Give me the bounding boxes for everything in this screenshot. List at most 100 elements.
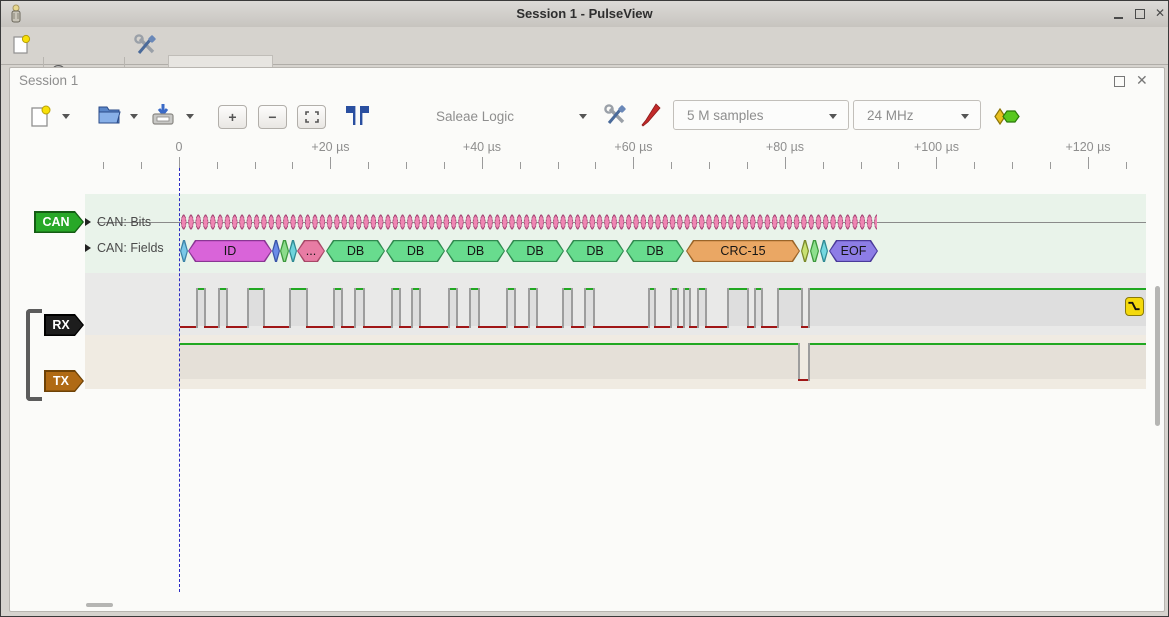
- rx-wave-edge: [391, 288, 393, 328]
- rx-wave-edge: [419, 288, 421, 328]
- decode-field-fill: DB: [567, 241, 623, 261]
- trigger-badge[interactable]: [1125, 297, 1144, 316]
- decode-field-fill: [811, 241, 818, 261]
- tx-wave-high-segment: [808, 343, 1146, 345]
- decode-field-fill: [290, 241, 296, 261]
- rx-wave-edge: [808, 288, 810, 328]
- rx-wave-edge: [571, 288, 573, 328]
- ruler-tick: [936, 157, 937, 169]
- decode-field-fill: ...: [298, 241, 324, 261]
- decoder-tag-can[interactable]: CAN: [34, 211, 84, 233]
- ruler-label: +80 µs: [740, 140, 830, 154]
- rx-wave-low-segment: [747, 326, 754, 328]
- decode-field-id: ID: [188, 240, 272, 262]
- rx-wave-edge: [399, 288, 401, 328]
- tx-wave-edge: [798, 343, 800, 381]
- vertical-scrollbar-handle[interactable]: [1155, 286, 1160, 426]
- rx-wave-edge: [705, 288, 707, 328]
- rx-wave-edge: [562, 288, 564, 328]
- rx-wave-edge: [754, 288, 756, 328]
- rx-wave-edge: [683, 288, 685, 328]
- ruler-label: +20 µs: [286, 140, 376, 154]
- trace-view: 0+20 µs+40 µs+60 µs+80 µs+100 µs+120 µsI…: [1, 1, 1168, 616]
- decode-field-fill: DB: [447, 241, 504, 261]
- rx-wave-edge: [536, 288, 538, 328]
- ruler-tick: [1126, 162, 1127, 169]
- rx-wave-low-segment: [593, 326, 648, 328]
- tx-wave-high-fill: [180, 343, 798, 379]
- rx-wave-low-segment: [226, 326, 247, 328]
- ruler-tick: [974, 162, 975, 169]
- decode-field-db: DB: [566, 240, 624, 262]
- expand-arrow-icon[interactable]: [85, 244, 91, 252]
- expand-arrow-icon[interactable]: [85, 218, 91, 226]
- ruler-tick: [1088, 157, 1089, 169]
- rx-wave-high-fill: [808, 288, 1146, 326]
- rx-wave-low-segment: [419, 326, 448, 328]
- rx-wave-low-segment: [341, 326, 354, 328]
- rx-wave-edge: [218, 288, 220, 328]
- falling-edge-icon: [1126, 298, 1142, 314]
- channel-tag-label: RX: [46, 316, 83, 335]
- rx-wave-edge: [333, 288, 335, 328]
- rx-wave-low-segment: [654, 326, 670, 328]
- horizontal-scrollbar-handle[interactable]: [86, 603, 113, 607]
- rx-wave-edge: [506, 288, 508, 328]
- rx-wave-high-fill: [777, 288, 801, 326]
- rx-wave-edge: [593, 288, 595, 328]
- ruler-label: +120 µs: [1043, 140, 1133, 154]
- decoder-bits-train: [180, 211, 877, 233]
- decode-field-fill: [802, 241, 808, 261]
- decode-field-fill: EOF: [830, 241, 877, 261]
- tx-wave-low-segment: [798, 379, 808, 381]
- rx-wave-edge: [689, 288, 691, 328]
- rx-wave-low-segment: [204, 326, 218, 328]
- ruler-tick: [671, 162, 672, 169]
- rx-wave-edge: [354, 288, 356, 328]
- ruler-tick: [785, 157, 786, 169]
- rx-wave-edge: [584, 288, 586, 328]
- ruler-tick: [823, 162, 824, 169]
- rx-wave-low-segment: [705, 326, 727, 328]
- rx-wave-edge: [727, 288, 729, 328]
- rx-wave-edge: [289, 288, 291, 328]
- decode-field-fill: DB: [627, 241, 683, 261]
- ruler-label: +40 µs: [437, 140, 527, 154]
- rx-wave-low-segment: [761, 326, 777, 328]
- ruler-tick: [292, 162, 293, 169]
- ruler-tick: [520, 162, 521, 169]
- rx-wave-edge: [514, 288, 516, 328]
- ruler-tick: [482, 157, 483, 169]
- ruler-tick: [633, 157, 634, 169]
- decode-field-fill: DB: [327, 241, 384, 261]
- decode-field-fill: [181, 241, 187, 261]
- decode-field-fill: ID: [189, 241, 271, 261]
- ruler-tick: [558, 162, 559, 169]
- rx-wave-low-segment: [571, 326, 584, 328]
- ruler-label: +100 µs: [892, 140, 982, 154]
- rx-wave-edge: [247, 288, 249, 328]
- rx-wave-edge: [469, 288, 471, 328]
- rx-wave-high-segment: [727, 288, 747, 290]
- ruler-tick: [141, 162, 142, 169]
- tx-wave-high-segment: [180, 343, 798, 345]
- rx-wave-edge: [761, 288, 763, 328]
- rx-wave-low-segment: [514, 326, 528, 328]
- decode-field-db: DB: [386, 240, 445, 262]
- rx-wave-low-segment: [263, 326, 289, 328]
- decode-field-fill: [281, 241, 288, 261]
- decode-field-fill: CRC-15: [687, 241, 799, 261]
- ruler-tick: [1050, 162, 1051, 169]
- decode-field-fill: [821, 241, 827, 261]
- rx-wave-low-segment: [478, 326, 506, 328]
- rx-wave-edge: [801, 288, 803, 328]
- decode-field-fill: DB: [387, 241, 444, 261]
- decode-field-db: DB: [446, 240, 505, 262]
- rx-wave-edge: [196, 288, 198, 328]
- decode-field-crc15: CRC-15: [686, 240, 800, 262]
- rx-wave-high-segment: [289, 288, 306, 290]
- rx-wave-low-segment: [456, 326, 469, 328]
- rx-wave-low-segment: [180, 326, 196, 328]
- rx-wave-edge: [697, 288, 699, 328]
- channel-tag-label: TX: [46, 372, 83, 391]
